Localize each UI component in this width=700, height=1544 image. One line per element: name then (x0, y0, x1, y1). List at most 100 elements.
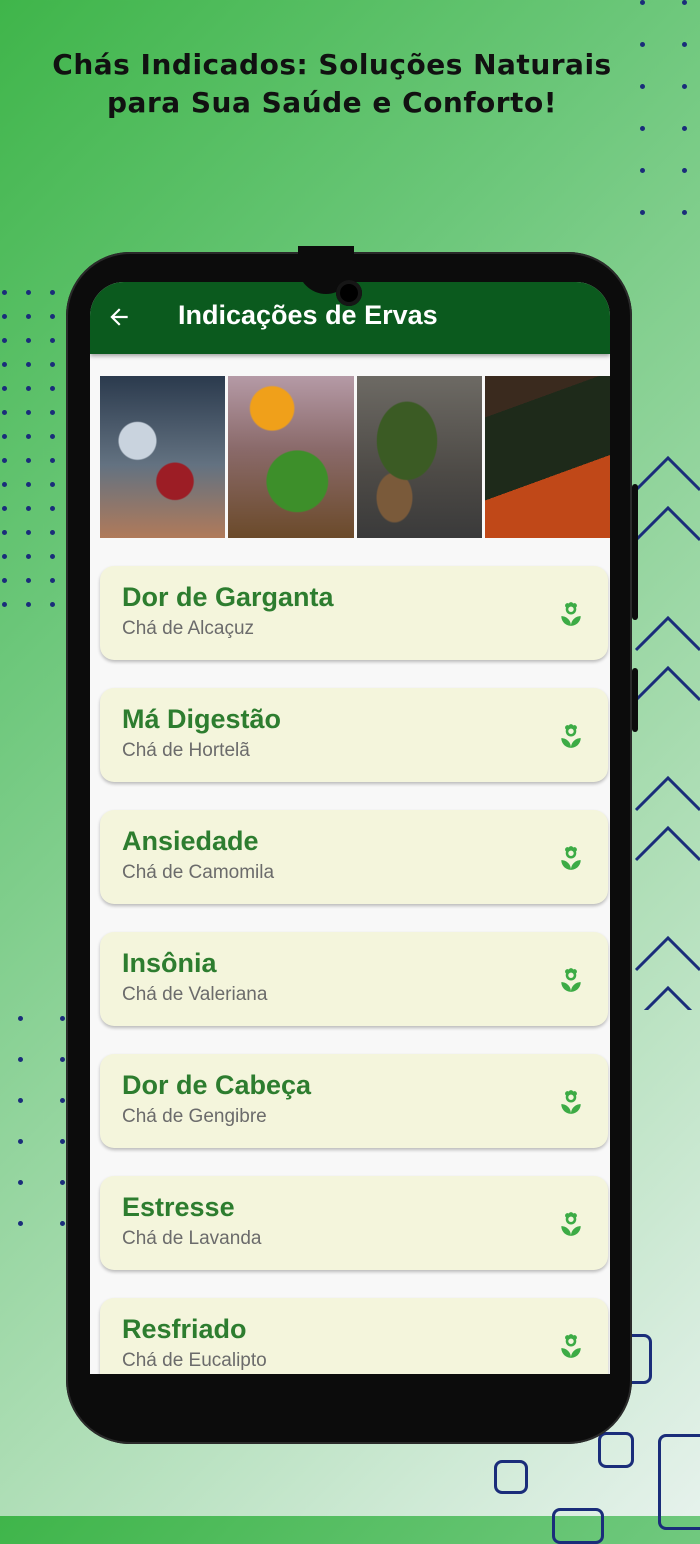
flower-icon (561, 1212, 581, 1236)
list-item[interactable]: Insônia Chá de Valeriana (100, 932, 608, 1026)
item-subtitle: Chá de Lavanda (122, 1228, 262, 1249)
decor-dot (2, 458, 7, 463)
decor-dot (50, 458, 55, 463)
decor-dot (18, 1016, 23, 1021)
decor-dot (2, 482, 7, 487)
decor-dot (2, 314, 7, 319)
decor-dot (682, 0, 687, 5)
decor-dot (50, 434, 55, 439)
decor-square-2 (598, 1432, 634, 1468)
decor-dot (26, 434, 31, 439)
decor-dot (26, 410, 31, 415)
decor-dot (26, 458, 31, 463)
item-title: Estresse (122, 1192, 235, 1222)
decor-dot (2, 386, 7, 391)
decor-square-5 (552, 1508, 604, 1544)
decor-dot (2, 338, 7, 343)
flower-icon (561, 602, 581, 626)
decor-dot (640, 42, 645, 47)
decor-dot (2, 506, 7, 511)
flower-icon (561, 1090, 581, 1114)
headline-line-2: para Sua Saúde e Conforto! (107, 86, 557, 119)
decor-dot (50, 386, 55, 391)
decor-dot (26, 482, 31, 487)
decor-dot (50, 530, 55, 535)
phone-frame: Indicações de Ervas Dor de Garganta Chá … (66, 246, 638, 1444)
flower-icon (561, 1334, 581, 1358)
decor-dot (2, 410, 7, 415)
phone-side-button-1 (632, 484, 638, 620)
item-title: Dor de Garganta (122, 582, 334, 612)
item-subtitle: Chá de Camomila (122, 862, 275, 883)
item-subtitle: Chá de Alcaçuz (122, 618, 255, 639)
tea-glass-photo (100, 376, 226, 538)
flower-icon (561, 846, 581, 870)
decor-dot (682, 42, 687, 47)
list-item[interactable]: Ansiedade Chá de Camomila (100, 810, 608, 904)
decor-dot (2, 602, 7, 607)
decor-dot (682, 210, 687, 215)
list-item[interactable]: Dor de Garganta Chá de Alcaçuz (100, 566, 608, 660)
list-item[interactable]: Má Digestão Chá de Hortelã (100, 688, 608, 782)
decor-dot (2, 530, 7, 535)
decor-dot (50, 410, 55, 415)
herbs-teapot-photo (228, 376, 354, 538)
decor-dot (26, 602, 31, 607)
decor-dot (26, 506, 31, 511)
decor-dot (2, 290, 7, 295)
decor-dot (50, 506, 55, 511)
decor-dot (50, 338, 55, 343)
decor-dot (60, 1180, 65, 1185)
green-tea-spoon-photo (356, 376, 482, 538)
decor-dot (18, 1057, 23, 1062)
decor-dot (2, 554, 7, 559)
item-subtitle: Chá de Hortelã (122, 740, 250, 761)
item-subtitle: Chá de Eucalipto (122, 1350, 267, 1371)
decor-dot (26, 362, 31, 367)
decor-dot (640, 210, 645, 215)
decor-chevrons (634, 455, 700, 1010)
app-screen: Indicações de Ervas Dor de Garganta Chá … (90, 282, 610, 1374)
arrow-left-icon[interactable] (106, 304, 132, 330)
decor-dot (26, 578, 31, 583)
decor-dot (50, 602, 55, 607)
item-subtitle: Chá de Valeriana (122, 984, 268, 1005)
decor-dot (26, 386, 31, 391)
page-title: Indicações de Ervas (178, 300, 438, 330)
list-item[interactable]: Estresse Chá de Lavanda (100, 1176, 608, 1270)
decor-dot (2, 362, 7, 367)
item-title: Insônia (122, 948, 217, 978)
flower-icon (561, 724, 581, 748)
decor-dot (60, 1139, 65, 1144)
herbs-banner (100, 376, 610, 538)
decor-dot (2, 578, 7, 583)
decor-dot (26, 314, 31, 319)
tea-boxes-photo (484, 376, 610, 538)
decor-dot (60, 1098, 65, 1103)
list-item[interactable]: Resfriado Chá de Eucalipto (100, 1298, 608, 1374)
decor-dot (60, 1221, 65, 1226)
decor-dot (2, 434, 7, 439)
headline-line-1: Chás Indicados: Soluções Naturais (52, 48, 612, 81)
decor-square-3 (494, 1460, 528, 1494)
item-title: Resfriado (122, 1314, 247, 1344)
item-title: Má Digestão (122, 704, 282, 734)
decor-dot (26, 338, 31, 343)
decor-dot (26, 554, 31, 559)
decor-dot (682, 84, 687, 89)
list-item[interactable]: Dor de Cabeça Chá de Gengibre (100, 1054, 608, 1148)
decor-dot (18, 1221, 23, 1226)
decor-dot (682, 168, 687, 173)
flower-icon (561, 968, 581, 992)
decor-dot (18, 1098, 23, 1103)
decor-dot (640, 168, 645, 173)
decor-dot (50, 362, 55, 367)
phone-side-button-2 (632, 668, 638, 732)
decor-dot (50, 314, 55, 319)
decor-dot (60, 1057, 65, 1062)
item-title: Dor de Cabeça (122, 1070, 312, 1100)
item-subtitle: Chá de Gengibre (122, 1106, 267, 1127)
decor-dot (640, 0, 645, 5)
decor-dot (50, 578, 55, 583)
promo-headline: Chás Indicados: Soluções Naturais para S… (0, 46, 664, 122)
